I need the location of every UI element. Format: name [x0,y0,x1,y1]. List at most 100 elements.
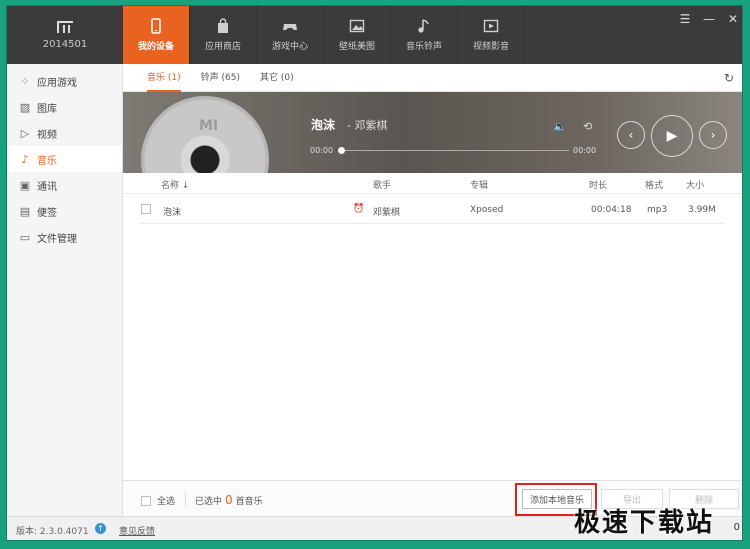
update-icon[interactable]: ↑ [95,523,106,534]
progress-track[interactable] [341,150,569,151]
selected-suffix: 首音乐 [235,497,263,507]
sidebar-item-contacts[interactable]: ▣ 通讯 [7,172,122,198]
sidebar-item-label: 视频 [37,129,57,141]
tab-label: 音乐铃声 [405,42,442,52]
row-checkbox[interactable] [141,204,151,214]
now-playing-artist: - 邓紫棋 [347,119,388,132]
main-panel: 音乐 (1) 铃声 (65) 其它 (0) ↻ MI 泡沫 - 邓紫棋 🔈 ⟲ … [123,64,742,516]
mi-logo-icon: MI [199,118,219,134]
picture-icon [349,19,365,33]
watermark: 极速下载站 [574,508,715,538]
column-artist[interactable]: 歌手 [373,178,391,191]
device-logo[interactable]: 2014501 [7,6,123,64]
volume-icon[interactable]: 🔈 [553,120,567,133]
progress-knob[interactable] [338,147,345,154]
total-time: 00:00 [573,146,597,155]
minimize-icon[interactable]: — [702,12,716,26]
cell-name: 泡沫 [163,208,182,218]
app-window: 2014501 我的设备 应用商店 游戏中心 壁纸美图 音乐铃声 视频影音 ☰ … [6,5,743,541]
next-button[interactable]: › [699,121,727,149]
sidebar-item-label: 文件管理 [37,233,77,245]
tab-label: 视频影音 [472,42,509,52]
select-all[interactable]: 全选 [141,494,175,507]
sidebar-item-label: 应用游戏 [37,77,77,89]
tab-app-store[interactable]: 应用商店 [190,6,257,64]
sidebar-item-label: 图库 [37,103,57,115]
cell-format: mp3 [647,205,668,215]
tab-label: 游戏中心 [271,42,308,52]
divider [185,492,186,506]
column-duration[interactable]: 时长 [589,178,607,191]
cell-duration: 00:04:18 [591,205,632,215]
sub-tabs: 音乐 (1) 铃声 (65) 其它 (0) ↻ [123,64,742,92]
image-icon: ▨ [19,100,31,114]
close-icon[interactable]: ✕ [726,12,740,26]
chevron-right-icon: › [710,128,716,142]
contacts-icon: ▣ [19,178,31,192]
main-nav: 我的设备 应用商店 游戏中心 壁纸美图 音乐铃声 视频影音 [123,6,525,64]
alarm-icon[interactable]: ⏰ [353,204,364,214]
table-row[interactable]: 泡沫 ⏰ 邓紫棋 Xposed 00:04:18 mp3 3.99M [139,196,725,224]
tab-my-device[interactable]: 我的设备 [123,6,190,64]
sidebar-item-notes[interactable]: ▤ 便签 [7,198,122,224]
cell-album: Xposed [470,205,504,215]
gamepad-icon [283,24,297,30]
music-player: MI 泡沫 - 邓紫棋 🔈 ⟲ 00:00 00:00 ‹ ▶ › [123,92,742,173]
music-icon: ♪ [21,152,29,166]
tab-other[interactable]: 其它 (0) [260,64,294,92]
version-label: 版本: 2.3.0.4071 [16,527,89,537]
column-album[interactable]: 专辑 [470,178,488,191]
sidebar-item-apps-games[interactable]: ⁘ 应用游戏 [7,68,122,94]
column-size[interactable]: 大小 [686,178,704,191]
tab-wallpaper[interactable]: 壁纸美图 [324,6,391,64]
sidebar-item-gallery[interactable]: ▨ 图库 [7,94,122,120]
column-name[interactable]: 名称 ↓ [161,178,189,191]
apps-icon: ⁘ [20,74,30,88]
tab-game-center[interactable]: 游戏中心 [257,6,324,64]
column-name-label: 名称 [161,181,180,191]
now-playing-title: 泡沫 [311,118,336,132]
sidebar: ⁘ 应用游戏 ▨ 图库 ▷ 视频 ♪ 音乐 ▣ 通讯 ▤ 便签 ▭ 文件管理 [7,64,123,516]
table-header: 名称 ↓ 歌手 专辑 时长 格式 大小 [123,174,742,194]
sidebar-item-music[interactable]: ♪ 音乐 [7,146,122,172]
music-note-icon [418,19,429,33]
play-button[interactable]: ▶ [651,115,693,157]
menu-icon[interactable]: ☰ [678,12,692,26]
cell-size: 3.99M [688,205,716,215]
cell-artist: 邓紫棋 [373,208,401,218]
feedback-link[interactable]: 意见反馈 [119,524,155,537]
mi-logo-icon [57,21,73,33]
select-all-checkbox[interactable] [141,495,151,506]
sidebar-item-label: 通讯 [37,181,57,193]
tab-music-ringtone[interactable]: 音乐铃声 [391,6,458,64]
tab-label: 壁纸美图 [338,42,375,52]
tab-video[interactable]: 视频影音 [458,6,525,64]
play-icon: ▷ [20,126,30,140]
bag-icon [218,18,228,33]
previous-button[interactable]: ‹ [617,121,645,149]
sidebar-item-video[interactable]: ▷ 视频 [7,120,122,146]
tab-ringtones[interactable]: 铃声 (65) [201,64,240,92]
device-name: 2014501 [42,39,88,50]
top-bar: 2014501 我的设备 应用商店 游戏中心 壁纸美图 音乐铃声 视频影音 ☰ … [7,6,742,64]
selected-count: 0 [225,493,233,507]
play-icon: ▶ [666,128,678,144]
column-format[interactable]: 格式 [645,178,663,191]
phone-icon [151,18,161,34]
refresh-icon[interactable]: ↻ [724,71,734,85]
tab-music[interactable]: 音乐 (1) [147,64,181,92]
tab-label: 应用商店 [204,42,241,52]
select-all-label: 全选 [157,497,176,507]
video-icon [483,19,499,33]
selected-prefix: 已选中 [195,497,223,507]
window-controls: ☰ — ✕ [678,12,740,26]
selection-count: 已选中 0 首音乐 [195,493,263,507]
sidebar-item-file-manager[interactable]: ▭ 文件管理 [7,224,122,250]
loop-icon[interactable]: ⟲ [583,120,592,133]
chevron-left-icon: ‹ [628,128,634,142]
folder-icon: ▭ [19,230,31,244]
album-disc: MI [141,96,269,173]
elapsed-time: 00:00 [310,146,334,155]
desktop-frame: 2014501 我的设备 应用商店 游戏中心 壁纸美图 音乐铃声 视频影音 ☰ … [0,0,750,549]
sidebar-item-label: 音乐 [37,155,57,167]
